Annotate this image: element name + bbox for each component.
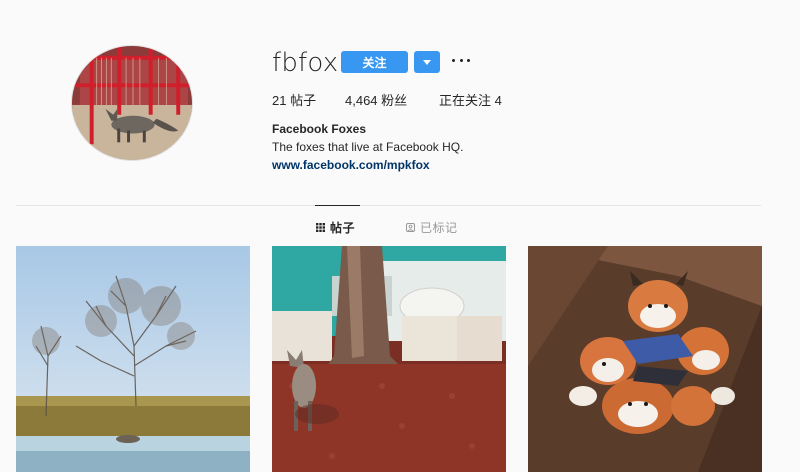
stat-following[interactable]: 正在关注 4 <box>439 90 502 109</box>
post-image-plush-foxes <box>528 246 762 472</box>
follow-button[interactable]: 关注 <box>341 51 408 73</box>
post-thumbnail[interactable] <box>272 246 506 472</box>
tab-tagged[interactable]: 已标记 <box>406 219 458 236</box>
tab-posts-label: 帖子 <box>330 221 356 235</box>
bio-description: The foxes that live at Facebook HQ. <box>272 140 464 154</box>
more-options-icon-dot <box>467 58 470 62</box>
stat-posts: 21 帖子 <box>272 93 317 108</box>
post-image-tree <box>16 246 250 472</box>
stat-followers[interactable]: 4,464 粉丝 <box>345 90 407 109</box>
active-tab-indicator <box>315 205 360 206</box>
grid-icon <box>316 223 325 232</box>
more-options-icon-dot <box>459 58 463 62</box>
profile-header: fbfox 关注 21 帖子 4,464 粉丝 正在关注 4 Facebook … <box>0 0 800 200</box>
post-thumbnail[interactable] <box>528 246 762 472</box>
profile-avatar[interactable] <box>71 45 193 161</box>
tag-icon <box>406 223 415 232</box>
post-thumbnail[interactable] <box>16 246 250 472</box>
more-options-icon-dot <box>452 58 455 62</box>
avatar-fox-image <box>72 46 192 160</box>
bio-website-link[interactable]: www.facebook.com/mpkfox <box>272 158 430 172</box>
more-options-button[interactable] <box>452 53 470 67</box>
tab-posts[interactable]: 帖子 <box>316 219 355 236</box>
post-image-fox-tree <box>272 246 506 472</box>
follow-dropdown-button[interactable] <box>414 51 440 73</box>
profile-username: fbfox <box>272 48 339 78</box>
tabs-divider <box>16 205 761 206</box>
bio-full-name: Facebook Foxes <box>272 122 367 136</box>
tab-tagged-label: 已标记 <box>420 221 458 235</box>
chevron-down-icon <box>423 59 431 65</box>
